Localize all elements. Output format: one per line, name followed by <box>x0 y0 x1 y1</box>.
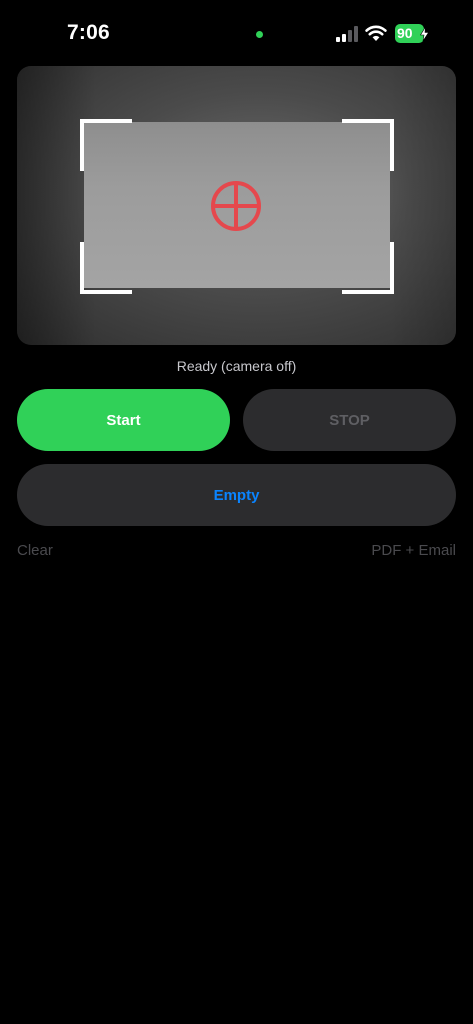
battery-level: 90 <box>397 25 413 41</box>
privacy-indicator-dot <box>256 31 263 38</box>
frame-corner-top-left <box>80 119 132 171</box>
battery-icon: 90 <box>395 24 429 43</box>
charging-bolt-icon <box>420 27 429 41</box>
status-bar: 7:06 90 <box>0 0 473 66</box>
clock-time: 7:06 <box>67 21 110 44</box>
start-button[interactable]: Start <box>17 389 230 451</box>
camera-status-text: Ready (camera off) <box>176 358 297 374</box>
frame-corner-top-right <box>342 119 394 171</box>
empty-button[interactable]: Empty <box>17 464 456 526</box>
frame-corner-bottom-right <box>342 242 394 294</box>
stop-button[interactable]: STOP <box>243 389 456 451</box>
crosshair-icon <box>211 181 261 231</box>
clear-link[interactable]: Clear <box>17 542 53 559</box>
camera-preview[interactable] <box>17 66 456 345</box>
frame-corner-bottom-left <box>80 242 132 294</box>
signal-icon <box>336 26 360 42</box>
pdf-email-link[interactable]: PDF + Email <box>371 542 456 559</box>
wifi-icon <box>365 25 387 41</box>
